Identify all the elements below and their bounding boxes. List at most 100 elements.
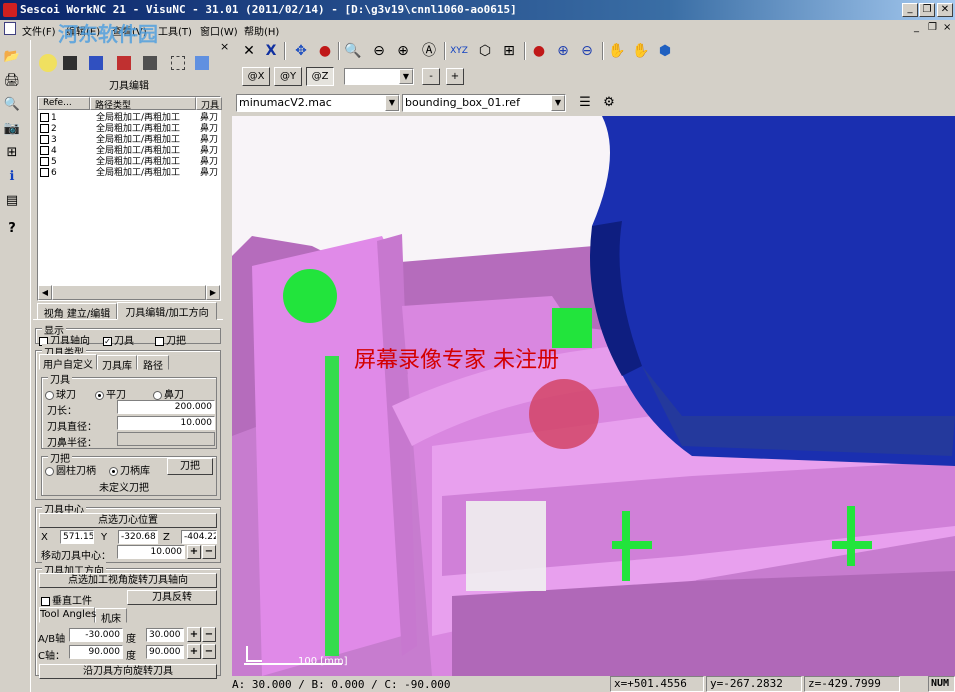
- iso-view-icon[interactable]: ⬡: [474, 40, 496, 62]
- tab-tool-library[interactable]: 刀具库: [97, 355, 137, 372]
- pick-center-button[interactable]: 点选刀心位置: [39, 513, 217, 528]
- list-item[interactable]: 6 全局粗加工/再粗加工 鼻刀: [40, 168, 222, 179]
- machine-file-select[interactable]: minumacV2.mac ▼: [236, 94, 400, 112]
- menu-file[interactable]: 文件(F): [22, 23, 56, 38]
- list-item[interactable]: 5 全局粗加工/再粗加工 鼻刀: [40, 157, 222, 168]
- grab-icon[interactable]: ✋: [630, 40, 652, 62]
- z-field[interactable]: -404.22: [181, 530, 217, 544]
- row-checkbox[interactable]: [40, 146, 49, 155]
- view-x-button[interactable]: @X: [242, 67, 270, 86]
- shade-icon[interactable]: ●: [314, 40, 336, 62]
- rotate-along-tool-button[interactable]: 沿刀具方向旋转刀具: [39, 664, 217, 679]
- minimize-button[interactable]: _: [902, 3, 918, 17]
- list-header-ref[interactable]: Refe...: [38, 97, 90, 110]
- ref-file-select[interactable]: bounding_box_01.ref ▼: [402, 94, 566, 112]
- show-holder-checkbox[interactable]: 刀把: [155, 332, 186, 347]
- scroll-thumb[interactable]: [52, 285, 206, 300]
- list-scrollbar[interactable]: ◀ ▶: [38, 285, 220, 300]
- ball-radio[interactable]: 球刀: [45, 386, 76, 401]
- tab-tool-angles[interactable]: Tool Angles: [39, 607, 96, 623]
- tab-machine[interactable]: 机床: [95, 608, 127, 625]
- info-icon[interactable]: ℹ: [3, 168, 21, 186]
- list-header-type[interactable]: 路径类型: [90, 97, 196, 111]
- cyl-holder-radio[interactable]: 圆柱刀柄: [45, 462, 96, 477]
- lib-holder-radio[interactable]: 刀柄库: [109, 462, 150, 477]
- 3d-viewport[interactable]: 屏幕录像专家 未注册 100 [mm]: [232, 116, 955, 676]
- cross-icon[interactable]: X: [260, 40, 282, 62]
- diameter-field[interactable]: 10.000: [117, 416, 215, 430]
- tab-icon-flag[interactable]: [117, 56, 131, 70]
- list-item[interactable]: 4 全局粗加工/再粗加工 鼻刀: [40, 146, 222, 157]
- panel-close-button[interactable]: ×: [220, 40, 229, 53]
- mdi-close-button[interactable]: ×: [943, 22, 951, 33]
- help-icon[interactable]: ?: [3, 220, 21, 238]
- x-field[interactable]: 571.15: [60, 530, 94, 544]
- ab-axis-field[interactable]: -30.000: [69, 628, 123, 642]
- c-axis-field[interactable]: 90.000: [69, 645, 123, 659]
- list-item[interactable]: 2 全局粗加工/再粗加工 鼻刀: [40, 124, 222, 135]
- view-z-button[interactable]: @Z: [306, 67, 334, 86]
- mdi-minimize-button[interactable]: _: [914, 22, 919, 33]
- zoom-in-icon[interactable]: ⊕: [392, 40, 414, 62]
- tab-user-defined[interactable]: 用户自定义: [39, 354, 97, 371]
- tab-tool-edit[interactable]: 刀具编辑/加工方向: [117, 302, 217, 320]
- c-minus-button[interactable]: −: [202, 644, 216, 659]
- zoom-all-icon[interactable]: Ⓐ: [418, 40, 440, 62]
- ab-step-field[interactable]: 30.000: [146, 628, 184, 642]
- hand-icon[interactable]: ✋: [606, 40, 628, 62]
- move-plus-button[interactable]: +: [187, 545, 201, 559]
- tree-icon[interactable]: ⊞: [3, 144, 21, 162]
- scroll-left-button[interactable]: ◀: [38, 285, 52, 300]
- view-plus-button[interactable]: +: [446, 68, 464, 85]
- tab-icon-bulb[interactable]: [39, 54, 57, 72]
- list-item[interactable]: 1 全局粗加工/再粗加工 鼻刀: [40, 113, 222, 124]
- ab-plus-button[interactable]: +: [187, 627, 201, 642]
- row-checkbox[interactable]: [40, 124, 49, 133]
- preview-icon[interactable]: 🔍: [3, 96, 21, 114]
- tab-icon-xyz[interactable]: [195, 56, 209, 70]
- material-icon[interactable]: ●: [528, 40, 550, 62]
- tab-icon-layers[interactable]: [89, 56, 103, 70]
- y-field[interactable]: -320.68: [118, 530, 158, 544]
- chevron-down-icon[interactable]: ▼: [399, 69, 413, 84]
- tab-path[interactable]: 路径: [137, 355, 169, 372]
- target-icon[interactable]: ⊕: [552, 40, 574, 62]
- axes-icon[interactable]: XYZ: [448, 40, 470, 62]
- row-checkbox[interactable]: [40, 113, 49, 122]
- length-field[interactable]: 200.000: [117, 400, 215, 414]
- vertical-checkbox[interactable]: 垂直工件: [41, 592, 92, 607]
- row-checkbox[interactable]: [40, 135, 49, 144]
- chevron-down-icon[interactable]: ▼: [551, 95, 565, 111]
- holder-button[interactable]: 刀把: [167, 458, 213, 475]
- nose-radio[interactable]: 鼻刀: [153, 386, 184, 401]
- tab-icon-ruler[interactable]: [143, 56, 157, 70]
- open-icon[interactable]: 📂: [3, 48, 21, 66]
- view-minus-button[interactable]: -: [422, 68, 440, 85]
- zoom-window-icon[interactable]: 🔍: [342, 40, 364, 62]
- section-icon[interactable]: ⊖: [576, 40, 598, 62]
- list-header-tool[interactable]: 刀具: [196, 97, 222, 111]
- print-icon[interactable]: 🖨: [3, 72, 21, 90]
- tab-icon-box[interactable]: [171, 56, 185, 70]
- list-icon[interactable]: ☰: [576, 94, 594, 112]
- tab-view-edit[interactable]: 视角 建立/编辑: [37, 303, 117, 320]
- view-y-button[interactable]: @Y: [274, 67, 302, 86]
- zoom-out-icon[interactable]: ⊖: [368, 40, 390, 62]
- settings-icon[interactable]: ⚙: [600, 94, 618, 112]
- pan-icon[interactable]: ✥: [290, 40, 312, 62]
- flat-radio[interactable]: 平刀: [95, 386, 126, 401]
- row-checkbox[interactable]: [40, 168, 49, 177]
- toolpath-list[interactable]: Refe... 路径类型 刀具 1 全局粗加工/再粗加工 鼻刀 2 全局粗加工/再粗加…: [37, 96, 222, 301]
- pick-direction-button[interactable]: 点选加工视角旋转刀具轴向: [39, 573, 217, 588]
- tab-icon-cube[interactable]: [63, 56, 77, 70]
- list-item[interactable]: 3 全局粗加工/再粗加工 鼻刀: [40, 135, 222, 146]
- restore-button[interactable]: ❐: [919, 3, 935, 17]
- menu-help[interactable]: 帮助(H): [244, 23, 279, 38]
- grid-icon[interactable]: ⊞: [498, 40, 520, 62]
- box-icon[interactable]: ⬢: [654, 40, 676, 62]
- move-center-field[interactable]: 10.000: [117, 545, 185, 559]
- c-step-field[interactable]: 90.000: [146, 645, 184, 659]
- calc-icon[interactable]: ▤: [3, 192, 21, 210]
- close-button[interactable]: ✕: [937, 3, 953, 17]
- menu-tools[interactable]: 工具(T): [158, 23, 192, 38]
